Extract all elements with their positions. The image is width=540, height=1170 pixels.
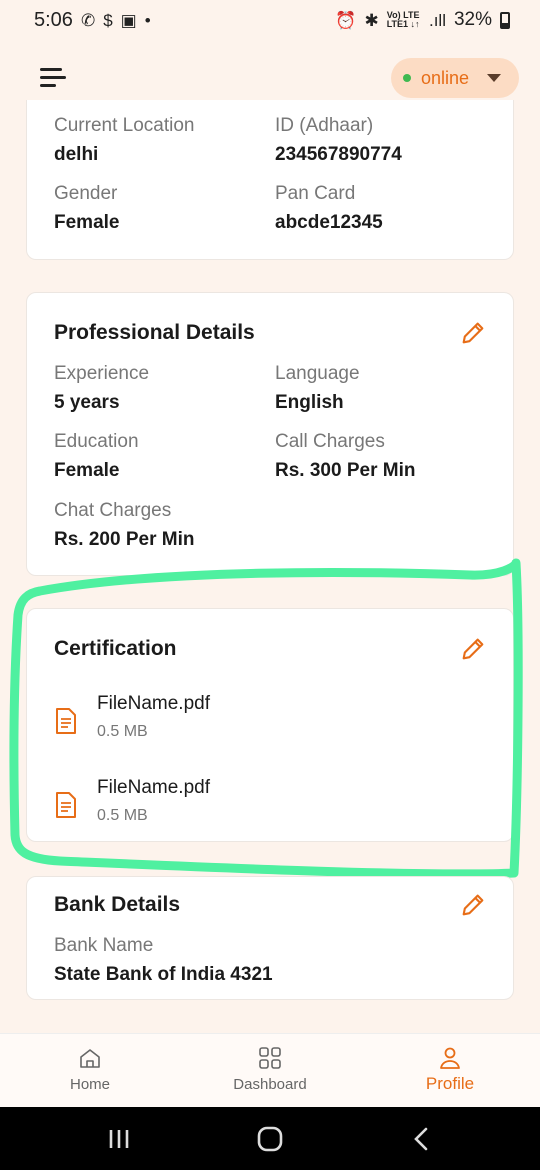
back-icon[interactable]: [406, 1125, 436, 1153]
top-app-bar: online: [0, 56, 540, 100]
user-icon: [440, 1047, 460, 1069]
field-label: Bank Name: [54, 935, 154, 956]
file-item[interactable]: FileName.pdf 0.5 MB: [54, 693, 474, 753]
field-value: English: [275, 392, 344, 413]
field-value: 234567890774: [275, 144, 402, 165]
field-label: Pan Card: [275, 183, 356, 204]
nav-label: Home: [69, 1076, 110, 1093]
file-name: FileName.pdf: [97, 693, 210, 714]
battery-percent: 32%: [453, 9, 492, 30]
field-value: Female: [54, 212, 120, 233]
personal-details-card: Current Location delhi ID (Adhaar) 23456…: [26, 100, 514, 260]
edit-pencil-icon[interactable]: [459, 319, 487, 347]
menu-line-icon: [40, 84, 56, 87]
alarm-icon: ⏰: [335, 10, 357, 30]
field-label: Chat Charges: [54, 500, 172, 521]
signal-icon: .ıll: [427, 10, 446, 30]
nav-item-home[interactable]: Home: [30, 1034, 150, 1108]
payment-icon: $: [103, 10, 113, 30]
notification-dot-icon: •: [144, 10, 151, 30]
field-label: ID (Adhaar): [275, 115, 374, 136]
file-name: FileName.pdf: [97, 777, 210, 798]
field-label: Call Charges: [275, 431, 385, 452]
bank-details-card: Bank Details Bank Name State Bank of Ind…: [26, 876, 514, 1000]
field-label: Education: [54, 431, 139, 452]
status-bar: 5:06 ✆ $ ▣ • ⏰ ✱ Vo) LTE LTE1 ↓↑ .ıll 32…: [0, 0, 540, 40]
chevron-down-icon: [487, 74, 502, 82]
field-value: abcde12345: [275, 212, 383, 233]
system-navigation-bar: [0, 1107, 540, 1170]
edit-pencil-icon[interactable]: [459, 891, 487, 919]
edit-pencil-icon[interactable]: [459, 635, 487, 663]
file-size: 0.5 MB: [97, 807, 148, 824]
menu-button[interactable]: [40, 68, 66, 90]
online-status-dropdown[interactable]: online: [391, 58, 519, 98]
field-value: 5 years: [54, 392, 120, 413]
file-size: 0.5 MB: [97, 723, 148, 740]
online-dot-icon: [403, 74, 411, 82]
network-type: Vo) LTE LTE1 ↓↑: [387, 11, 420, 29]
field-value: State Bank of India 4321: [54, 964, 273, 985]
field-value: Rs. 300 Per Min: [275, 460, 416, 481]
professional-details-card: Professional Details Experience 5 years …: [26, 292, 514, 576]
status-time: 5:06: [34, 8, 73, 31]
whatsapp-icon: ✆: [80, 10, 96, 30]
certification-card: Certification FileName.pdf 0.5 MB FileNa…: [26, 608, 514, 842]
field-label: Language: [275, 363, 360, 384]
field-label: Gender: [54, 183, 118, 204]
online-status-label: online: [421, 67, 470, 88]
grid-icon: [259, 1047, 281, 1069]
field-value: delhi: [54, 144, 99, 165]
battery-icon: [500, 11, 510, 29]
file-item[interactable]: FileName.pdf 0.5 MB: [54, 777, 474, 837]
nav-label: Dashboard: [233, 1076, 307, 1093]
menu-line-icon: [40, 76, 66, 79]
card-title: Bank Details: [54, 893, 181, 916]
bottom-navigation: Home Dashboard Profile: [0, 1033, 540, 1107]
menu-line-icon: [40, 68, 62, 71]
field-value: Female: [54, 460, 120, 481]
field-label: Experience: [54, 363, 150, 384]
home-icon: [80, 1049, 100, 1068]
nav-label: Profile: [425, 1074, 475, 1093]
nav-item-profile[interactable]: Profile: [390, 1034, 510, 1108]
card-title: Professional Details: [54, 321, 255, 344]
document-icon: [56, 708, 76, 734]
field-value: Rs. 200 Per Min: [54, 529, 195, 550]
field-label: Current Location: [54, 115, 195, 136]
network-type-bottom: LTE1 ↓↑: [386, 19, 420, 29]
card-title: Certification: [54, 637, 177, 660]
document-icon: [56, 792, 76, 818]
nav-item-dashboard[interactable]: Dashboard: [210, 1034, 330, 1108]
recent-apps-icon[interactable]: [104, 1125, 134, 1153]
home-button-icon[interactable]: [255, 1125, 285, 1153]
gallery-icon: ▣: [120, 10, 137, 30]
bluetooth-icon: ✱: [364, 10, 379, 30]
